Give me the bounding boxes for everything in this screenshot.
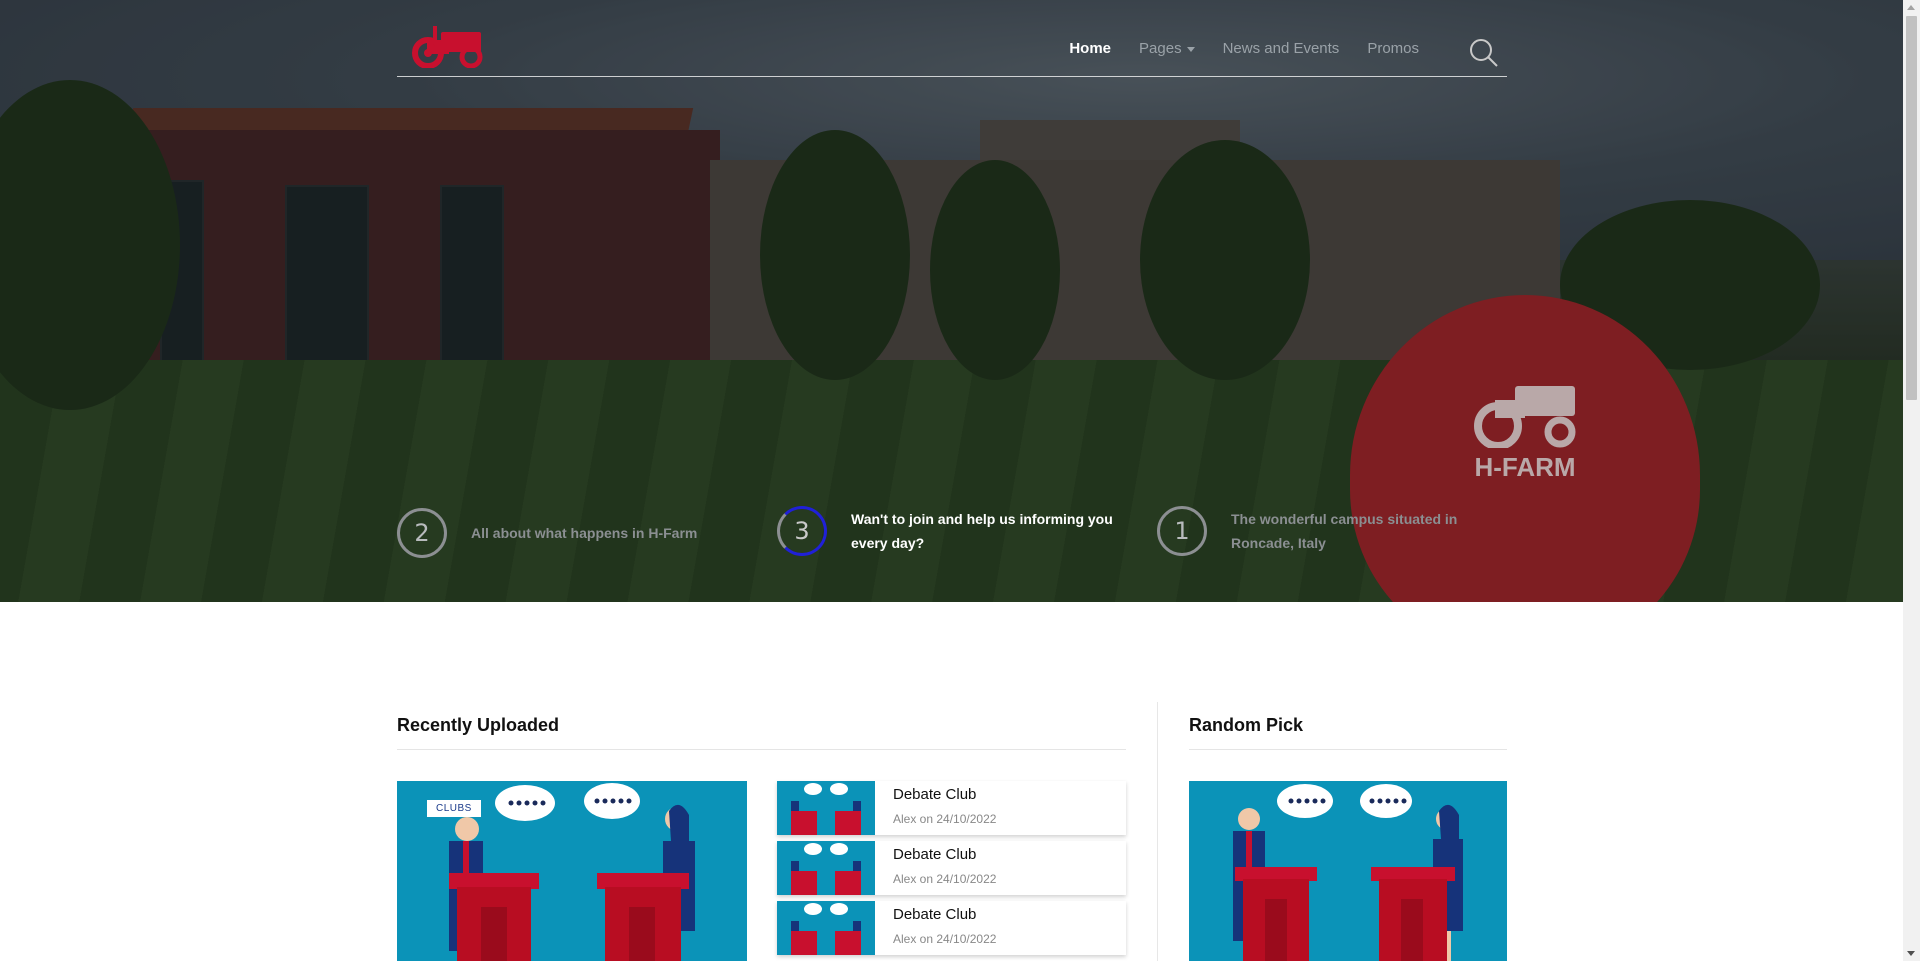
random-pick-image[interactable] — [1189, 781, 1507, 961]
post-title[interactable]: Debate Club — [893, 846, 996, 863]
nav-pages-label: Pages — [1139, 40, 1182, 57]
slide-caption: All about what happens in H-Farm — [471, 525, 698, 541]
post-thumbnail — [777, 901, 875, 955]
slide-caption: Wan't to join and help us informing you … — [851, 511, 1113, 551]
debate-thumbnail-icon — [777, 841, 875, 895]
post-meta: Alex on 24/10/2022 — [893, 872, 997, 886]
post-card[interactable]: Debate Club Alex on 24/10/2022 — [777, 781, 1126, 835]
featured-post-image[interactable]: CLUBS — [397, 781, 747, 961]
post-meta: Alex on 24/10/2022 — [893, 932, 997, 946]
page-scrollbar[interactable] — [1903, 0, 1920, 961]
post-info: Debate Club Alex on 24/10/2022 — [875, 901, 996, 955]
slide-number: 1 — [1157, 506, 1207, 556]
balloon-brand-text: H-FARM — [1474, 451, 1576, 482]
slide-number: 2 — [397, 508, 447, 558]
nav-home-link[interactable]: Home — [1069, 40, 1111, 57]
nav-pages-dropdown[interactable]: Pages — [1139, 40, 1195, 57]
post-info: Debate Club Alex on 24/10/2022 — [875, 841, 996, 895]
column-divider — [1157, 702, 1158, 961]
section-divider — [1189, 749, 1507, 750]
random-pick-title: Random Pick — [1189, 715, 1304, 735]
hero-slide-indicators: 2 All about what happens in H-Farm 3 Wan… — [397, 506, 1507, 564]
scroll-down-arrow-icon[interactable] — [1907, 951, 1915, 956]
slide-indicator-2[interactable]: 2 All about what happens in H-Farm — [397, 508, 731, 558]
post-card[interactable]: Debate Club Alex on 24/10/2022 — [777, 901, 1126, 955]
post-thumbnail — [777, 781, 875, 835]
category-tag[interactable]: CLUBS — [427, 800, 481, 817]
post-info: Debate Club Alex on 24/10/2022 — [875, 781, 996, 835]
debate-thumbnail-icon — [777, 901, 875, 955]
tractor-icon — [1474, 385, 1576, 448]
tractor-logo-icon[interactable] — [411, 26, 485, 68]
debate-illustration — [1189, 781, 1507, 961]
slide-indicator-1[interactable]: 1 The wonderful campus situated in Ronca… — [1157, 506, 1501, 556]
nav-news-link[interactable]: News and Events — [1223, 40, 1340, 57]
search-icon[interactable] — [1469, 38, 1499, 68]
nav-promos-link[interactable]: Promos — [1367, 40, 1419, 57]
scrollbar-thumb[interactable] — [1906, 16, 1917, 400]
debate-thumbnail-icon — [777, 781, 875, 835]
slide-indicator-3[interactable]: 3 Wan't to join and help us informing yo… — [777, 506, 1121, 556]
post-title[interactable]: Debate Club — [893, 786, 996, 803]
post-title[interactable]: Debate Club — [893, 906, 996, 923]
post-card[interactable]: Debate Club Alex on 24/10/2022 — [777, 841, 1126, 895]
caret-down-icon — [1186, 46, 1195, 52]
post-meta: Alex on 24/10/2022 — [893, 812, 997, 826]
scroll-up-arrow-icon[interactable] — [1907, 5, 1915, 10]
post-thumbnail — [777, 841, 875, 895]
nav-menu: Home Pages News and Events Promos — [1069, 40, 1419, 57]
recently-uploaded-title: Recently Uploaded — [397, 715, 560, 735]
top-navbar: Home Pages News and Events Promos — [397, 0, 1507, 77]
slide-number: 3 — [777, 506, 827, 556]
section-divider — [397, 749, 1126, 750]
slide-caption: The wonderful campus situated in Roncade… — [1231, 511, 1458, 551]
